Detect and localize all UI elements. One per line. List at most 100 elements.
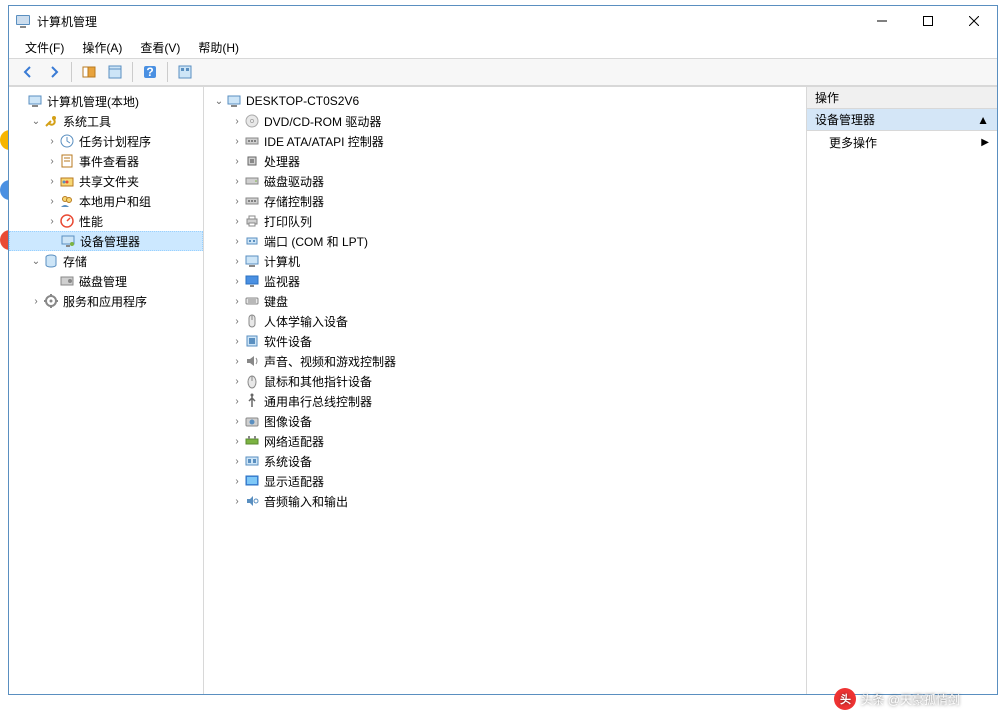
collapse-icon: ▲ xyxy=(977,113,989,127)
monitor-icon xyxy=(244,273,260,289)
collapse-icon[interactable]: ⌄ xyxy=(212,96,226,107)
computer-icon xyxy=(244,253,260,269)
expand-icon[interactable]: › xyxy=(45,196,59,207)
help-button[interactable]: ? xyxy=(139,61,161,83)
expand-icon[interactable]: › xyxy=(230,456,244,467)
tree-node-label: 任务计划程序 xyxy=(79,133,151,150)
collapse-icon[interactable]: ⌄ xyxy=(29,256,43,267)
back-button[interactable] xyxy=(17,61,39,83)
expand-icon[interactable]: › xyxy=(230,176,244,187)
expand-icon[interactable]: › xyxy=(230,436,244,447)
tree-root[interactable]: 计算机管理(本地) xyxy=(9,91,203,111)
tree-system-tools[interactable]: ⌄系统工具 xyxy=(9,111,203,131)
device-category-6[interactable]: ›端口 (COM 和 LPT) xyxy=(204,231,806,251)
device-category-1[interactable]: ›IDE ATA/ATAPI 控制器 xyxy=(204,131,806,151)
perf-icon xyxy=(59,213,75,229)
device-category-13[interactable]: ›鼠标和其他指针设备 xyxy=(204,371,806,391)
menu-action[interactable]: 操作(A) xyxy=(76,37,128,58)
device-icon xyxy=(60,233,76,249)
device-category-16[interactable]: ›网络适配器 xyxy=(204,431,806,451)
expand-icon[interactable]: › xyxy=(230,496,244,507)
expand-icon[interactable]: › xyxy=(230,336,244,347)
expand-icon[interactable]: › xyxy=(230,276,244,287)
expand-icon[interactable]: › xyxy=(230,376,244,387)
expand-icon[interactable]: › xyxy=(230,216,244,227)
device-node-label: 音频输入和输出 xyxy=(264,493,348,510)
tree-item-3[interactable]: ›本地用户和组 xyxy=(9,191,203,211)
close-button[interactable] xyxy=(951,6,997,36)
display-icon xyxy=(244,473,260,489)
menu-view[interactable]: 查看(V) xyxy=(134,37,186,58)
view-button[interactable] xyxy=(174,61,196,83)
properties-button[interactable] xyxy=(104,61,126,83)
expand-icon[interactable]: › xyxy=(45,136,59,147)
actions-section[interactable]: 设备管理器 ▲ xyxy=(807,109,997,131)
more-actions-item[interactable]: 更多操作 ▶ xyxy=(807,131,997,153)
device-category-17[interactable]: ›系统设备 xyxy=(204,451,806,471)
device-category-18[interactable]: ›显示适配器 xyxy=(204,471,806,491)
device-node-label: 监视器 xyxy=(264,273,300,290)
expand-icon[interactable]: › xyxy=(230,296,244,307)
toolbar-separator xyxy=(71,62,72,82)
services-icon xyxy=(43,293,59,309)
minimize-button[interactable] xyxy=(859,6,905,36)
device-category-9[interactable]: ›键盘 xyxy=(204,291,806,311)
device-category-15[interactable]: ›图像设备 xyxy=(204,411,806,431)
expand-icon[interactable]: › xyxy=(230,196,244,207)
tree-storage[interactable]: ⌄存储 xyxy=(9,251,203,271)
device-category-8[interactable]: › 监视器 xyxy=(204,271,806,291)
watermark-text: 头条 @天豪孤情剑 xyxy=(860,691,960,708)
tree-item-4[interactable]: ›性能 xyxy=(9,211,203,231)
device-node-label: 磁盘驱动器 xyxy=(264,173,324,190)
expand-icon[interactable]: › xyxy=(230,136,244,147)
tree-node-label: 计算机管理(本地) xyxy=(47,93,139,110)
console-tree-panel: 计算机管理(本地)⌄系统工具›任务计划程序›事件查看器›共享文件夹›本地用户和组… xyxy=(9,87,204,694)
expand-icon[interactable]: › xyxy=(230,416,244,427)
device-category-7[interactable]: ›计算机 xyxy=(204,251,806,271)
event-icon xyxy=(59,153,75,169)
device-category-5[interactable]: ›打印队列 xyxy=(204,211,806,231)
tree-item-2[interactable]: › 共享文件夹 xyxy=(9,171,203,191)
expand-icon[interactable]: › xyxy=(29,296,43,307)
expand-icon[interactable]: › xyxy=(45,176,59,187)
ide-icon xyxy=(244,193,260,209)
device-category-4[interactable]: › 存储控制器 xyxy=(204,191,806,211)
device-root[interactable]: ⌄DESKTOP-CT0S2V6 xyxy=(204,91,806,111)
expand-icon[interactable]: › xyxy=(230,156,244,167)
usb-icon xyxy=(244,393,260,409)
expand-icon[interactable]: › xyxy=(230,356,244,367)
forward-button[interactable] xyxy=(43,61,65,83)
expand-icon[interactable]: › xyxy=(45,216,59,227)
tree-node-label: 共享文件夹 xyxy=(79,173,139,190)
collapse-icon[interactable]: ⌄ xyxy=(29,116,43,127)
tree-item-1[interactable]: ›事件查看器 xyxy=(9,151,203,171)
device-category-3[interactable]: › 磁盘驱动器 xyxy=(204,171,806,191)
computer-icon xyxy=(226,93,242,109)
device-category-0[interactable]: ›DVD/CD-ROM 驱动器 xyxy=(204,111,806,131)
device-category-11[interactable]: ›软件设备 xyxy=(204,331,806,351)
device-category-12[interactable]: ›声音、视频和游戏控制器 xyxy=(204,351,806,371)
menu-help[interactable]: 帮助(H) xyxy=(192,37,245,58)
tree-item-5[interactable]: 设备管理器 xyxy=(9,231,203,251)
expand-icon[interactable]: › xyxy=(230,316,244,327)
expand-icon[interactable]: › xyxy=(230,116,244,127)
menu-file[interactable]: 文件(F) xyxy=(19,37,70,58)
tree-node-label: 服务和应用程序 xyxy=(63,293,147,310)
tree-node-label: 磁盘管理 xyxy=(79,273,127,290)
device-category-14[interactable]: ›通用串行总线控制器 xyxy=(204,391,806,411)
device-node-label: 存储控制器 xyxy=(264,193,324,210)
tree-services[interactable]: › 服务和应用程序 xyxy=(9,291,203,311)
device-category-2[interactable]: ›处理器 xyxy=(204,151,806,171)
show-hide-button[interactable] xyxy=(78,61,100,83)
device-category-19[interactable]: › 音频输入和输出 xyxy=(204,491,806,511)
audio-icon xyxy=(244,493,260,509)
tree-disk-mgmt[interactable]: 磁盘管理 xyxy=(9,271,203,291)
maximize-button[interactable] xyxy=(905,6,951,36)
expand-icon[interactable]: › xyxy=(230,236,244,247)
device-category-10[interactable]: ›人体学输入设备 xyxy=(204,311,806,331)
expand-icon[interactable]: › xyxy=(230,256,244,267)
expand-icon[interactable]: › xyxy=(230,396,244,407)
expand-icon[interactable]: › xyxy=(45,156,59,167)
expand-icon[interactable]: › xyxy=(230,476,244,487)
tree-item-0[interactable]: › 任务计划程序 xyxy=(9,131,203,151)
